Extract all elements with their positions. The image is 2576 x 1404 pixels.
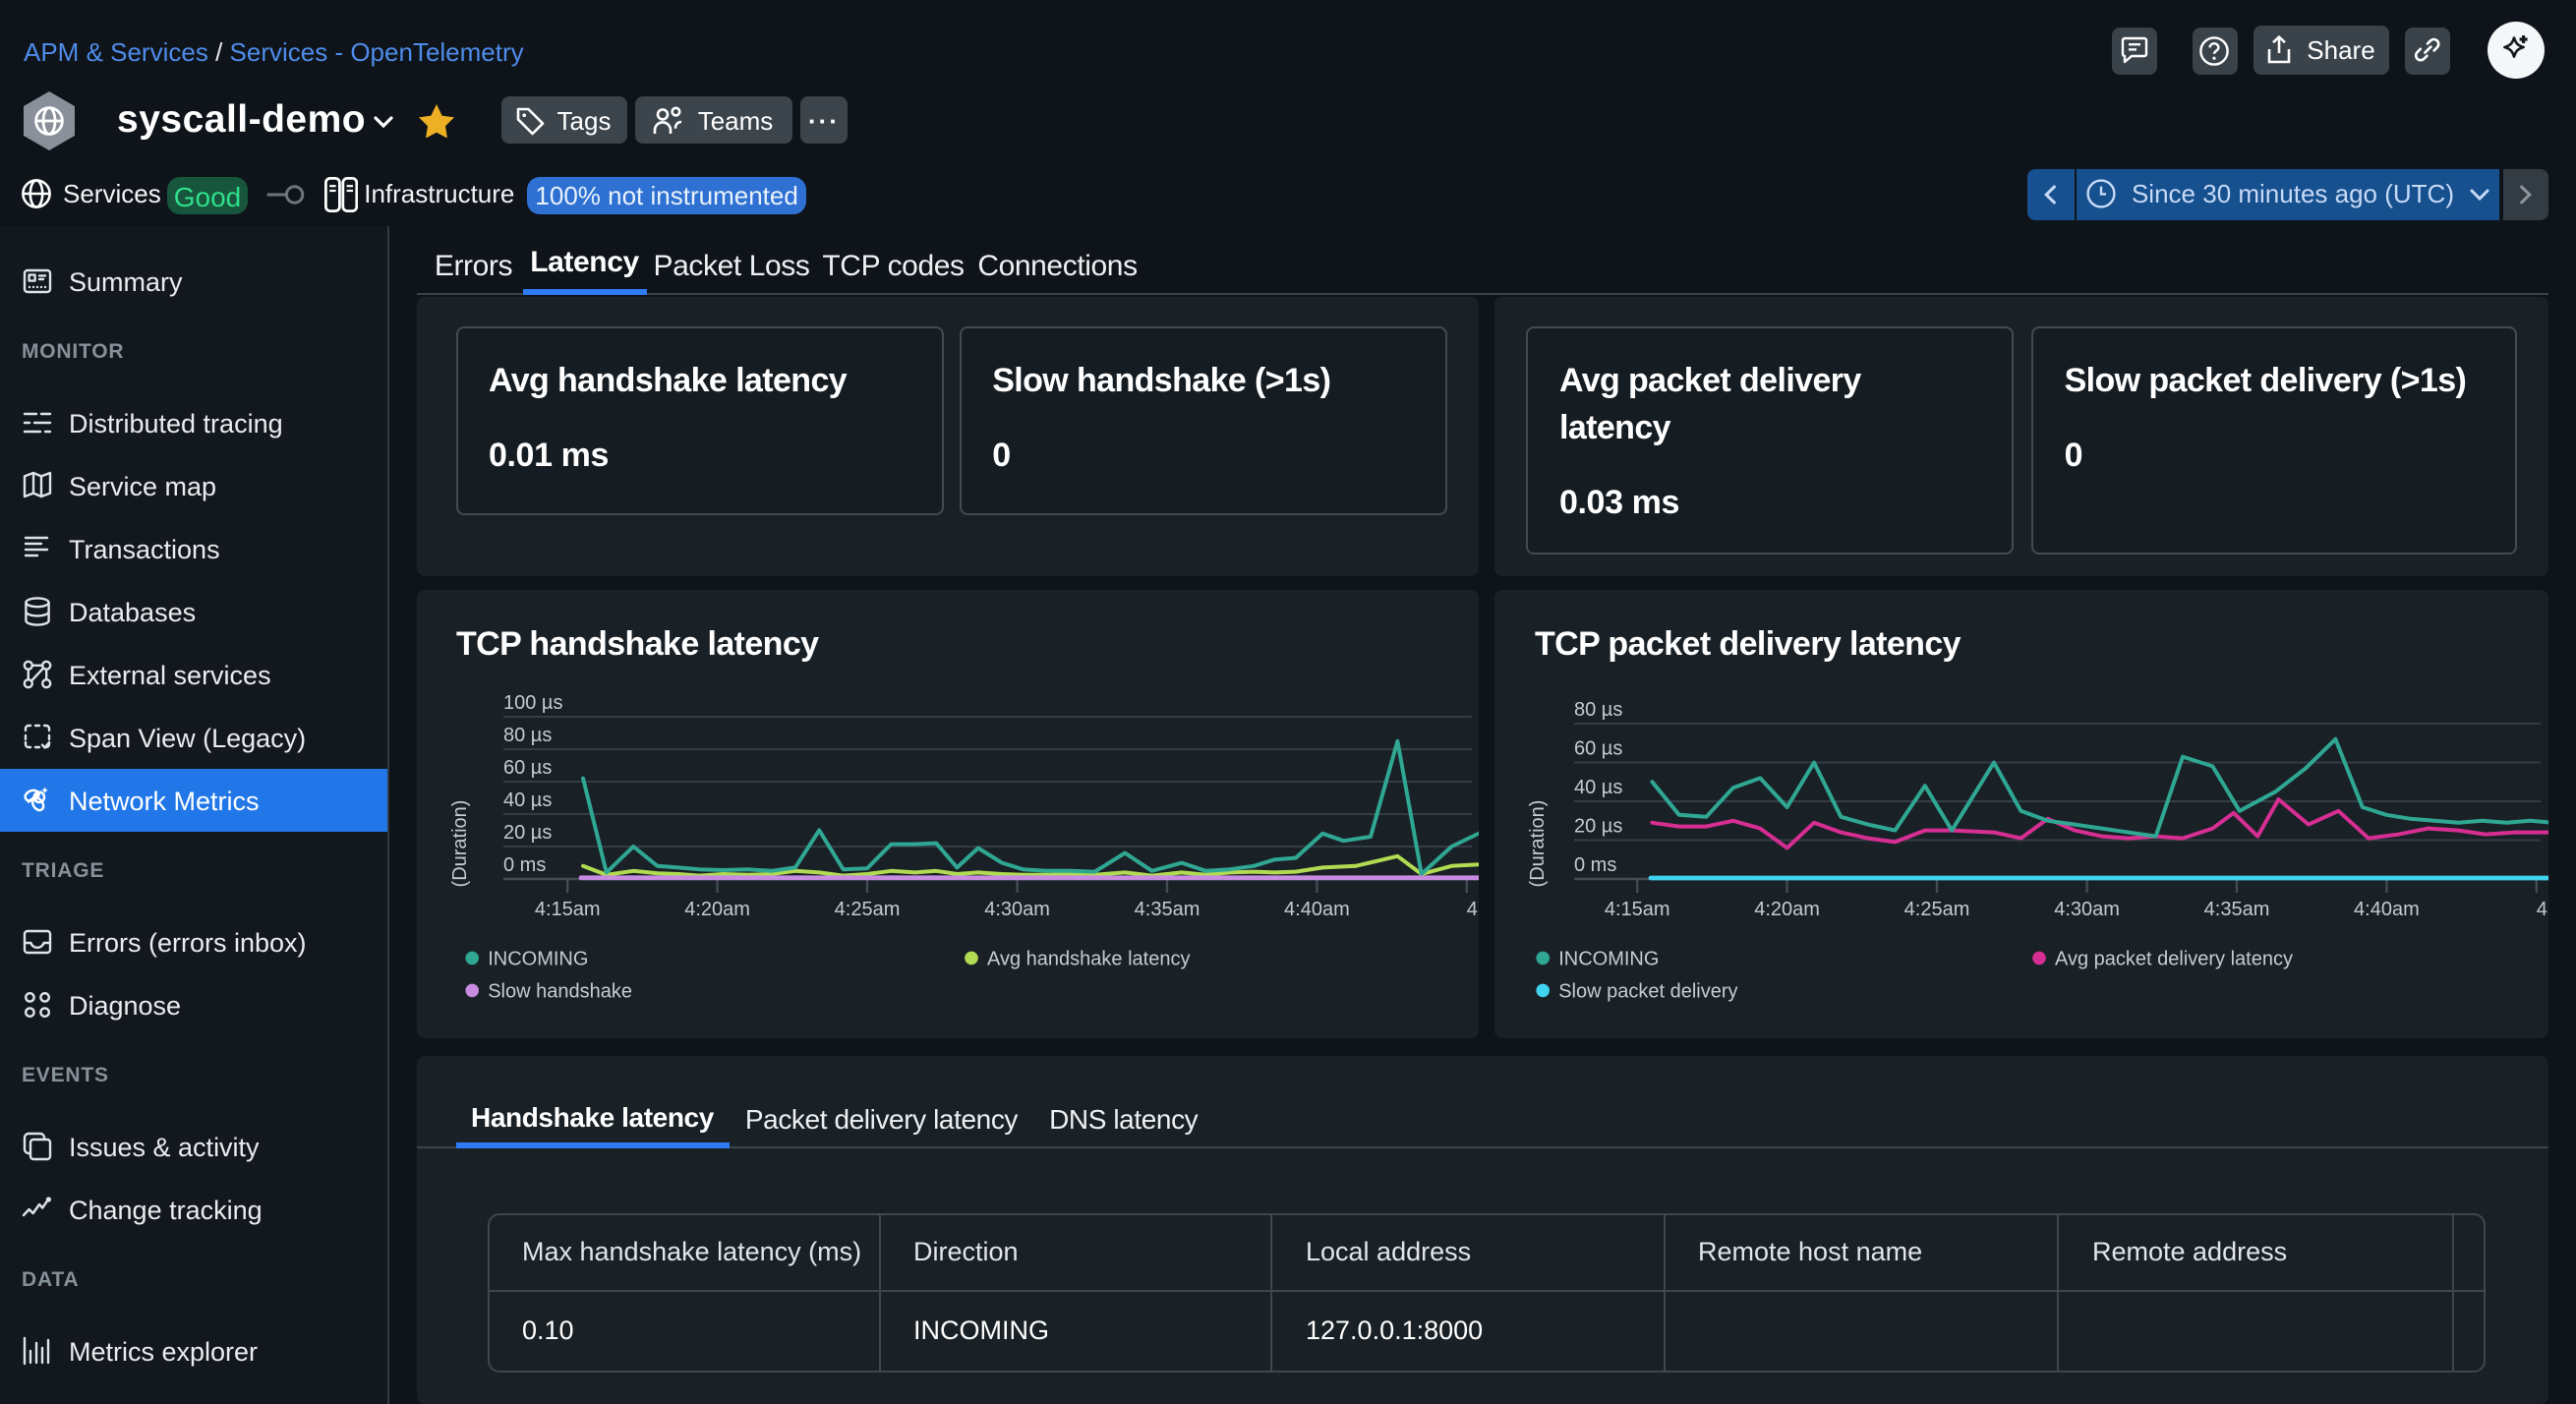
svg-text:4:: 4: (1466, 899, 1479, 920)
svg-text:0 ms: 0 ms (1574, 854, 1616, 876)
svg-text:Avg handshake latency: Avg handshake latency (986, 948, 1189, 969)
svg-text:20 µs: 20 µs (502, 822, 551, 844)
svg-text:4:35am: 4:35am (2204, 899, 2270, 920)
svg-text:60 µs: 60 µs (502, 757, 551, 779)
svg-text:4:20am: 4:20am (1754, 899, 1820, 920)
svg-text:80 µs: 80 µs (502, 725, 551, 746)
svg-text:40 µs: 40 µs (502, 790, 551, 811)
svg-text:4:25am: 4:25am (834, 899, 900, 920)
svg-text:4:: 4: (2537, 899, 2548, 920)
svg-text:4:40am: 4:40am (1283, 899, 1349, 920)
svg-text:4:15am: 4:15am (534, 899, 600, 920)
svg-text:0 ms: 0 ms (502, 854, 545, 876)
svg-text:4:20am: 4:20am (683, 899, 749, 920)
svg-text:60 µs: 60 µs (1574, 738, 1622, 760)
svg-text:INCOMING: INCOMING (1558, 948, 1659, 969)
svg-text:(Duration): (Duration) (448, 800, 470, 888)
svg-text:100 µs: 100 µs (502, 692, 561, 714)
svg-text:20 µs: 20 µs (1574, 816, 1622, 838)
svg-text:4:25am: 4:25am (1904, 899, 1970, 920)
svg-text:Slow packet delivery: Slow packet delivery (1558, 980, 1737, 1002)
svg-text:4:30am: 4:30am (983, 899, 1049, 920)
svg-text:INCOMING: INCOMING (487, 948, 587, 969)
svg-text:4:40am: 4:40am (2354, 899, 2420, 920)
svg-text:80 µs: 80 µs (1574, 699, 1622, 721)
svg-text:Avg packet delivery latency: Avg packet delivery latency (2055, 948, 2293, 969)
svg-text:4:15am: 4:15am (1605, 899, 1670, 920)
svg-text:Slow handshake: Slow handshake (487, 980, 631, 1002)
svg-text:(Duration): (Duration) (1527, 800, 1549, 888)
svg-text:4:35am: 4:35am (1134, 899, 1200, 920)
svg-text:4:30am: 4:30am (2054, 899, 2120, 920)
svg-text:40 µs: 40 µs (1574, 777, 1622, 798)
